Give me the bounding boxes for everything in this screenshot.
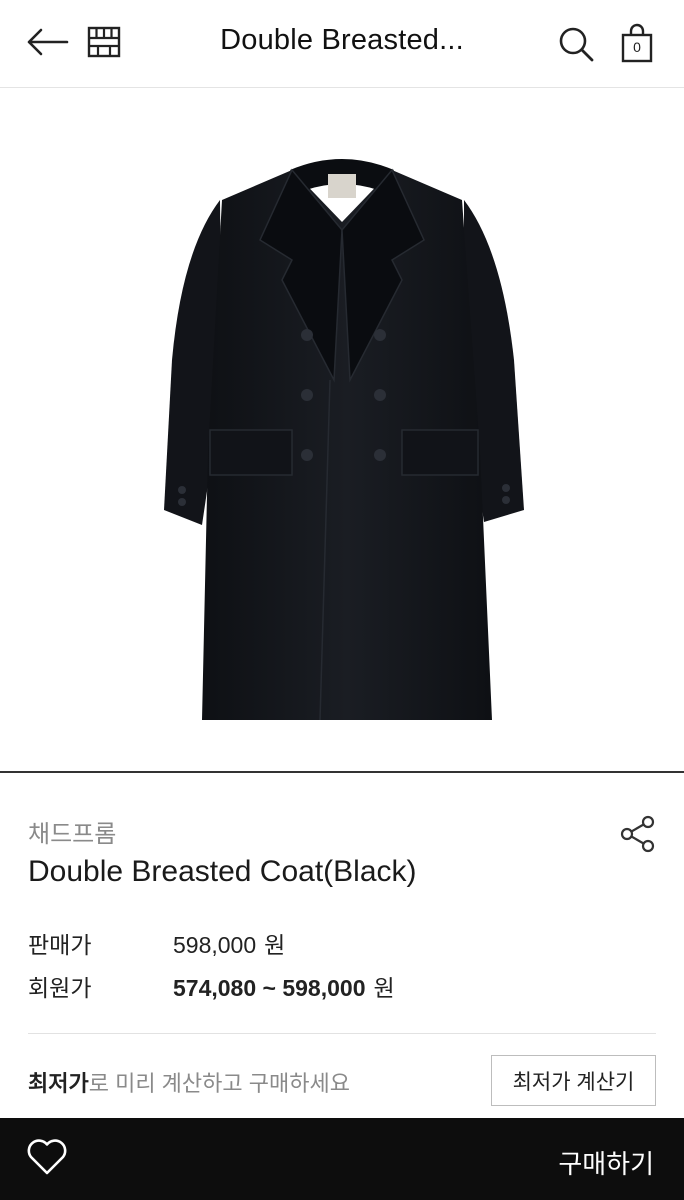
store-icon [87, 26, 121, 58]
member-price-value: 574,080 ~ 598,000 원 [173, 975, 395, 1001]
search-icon [559, 27, 594, 62]
section-divider [28, 1033, 656, 1034]
heart-icon [27, 1139, 67, 1175]
lowest-price-text: 최저가로 미리 계산하고 구매하세요 [28, 1071, 350, 1096]
sale-price-label: 판매가 [28, 932, 92, 958]
product-image[interactable] [0, 89, 684, 771]
share-button[interactable] [614, 810, 662, 858]
store-button[interactable] [82, 18, 126, 66]
sale-price-row: 판매가 598,000 원 [28, 926, 285, 960]
cart-count-badge: 0 [633, 39, 641, 55]
black-double-breasted-coat-image [164, 159, 524, 721]
lowest-price-calculator-button[interactable]: 최저가 계산기 [491, 1055, 656, 1106]
back-button[interactable] [22, 18, 72, 66]
wishlist-button[interactable] [22, 1132, 72, 1182]
share-icon [620, 815, 655, 853]
back-arrow-icon [27, 28, 69, 56]
product-name: Double Breasted Coat(Black) [28, 855, 417, 888]
cart-button[interactable]: 0 [614, 18, 660, 68]
sale-price-value: 598,000 원 [173, 932, 286, 958]
member-price-label: 회원가 [28, 975, 92, 1001]
page-title: Double Breasted... [220, 24, 464, 56]
buy-button[interactable]: 구매하기 [558, 1144, 654, 1181]
top-header: Double Breasted... 0 [0, 0, 684, 88]
search-button[interactable] [552, 20, 600, 68]
member-price-row: 회원가 574,080 ~ 598,000 원 [28, 969, 395, 1003]
bottom-action-bar: 구매하기 [0, 1118, 684, 1200]
brand-name[interactable]: 채드프롬 [28, 814, 116, 849]
image-divider [0, 771, 684, 773]
